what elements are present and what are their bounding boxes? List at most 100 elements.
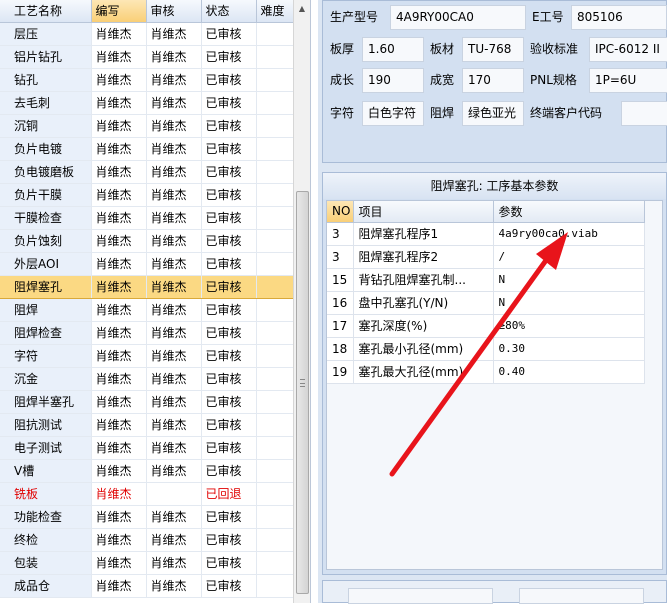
writer-cell[interactable]: 肖维杰 [91,137,147,161]
length-field[interactable]: 190 [362,68,424,93]
writer-cell[interactable]: 肖维杰 [91,551,147,575]
process-name-cell[interactable]: 负片干膜 [0,183,92,207]
reviewer-cell[interactable]: 肖维杰 [146,344,202,368]
process-row[interactable]: V槽 肖维杰 肖维杰 已审核 [0,459,294,483]
process-name-cell[interactable]: 负电镀磨板 [0,160,92,184]
status-cell[interactable]: 已审核 [201,413,257,437]
param-no-cell[interactable]: 3 [327,222,354,246]
status-cell[interactable]: 已回退 [201,482,257,506]
process-row[interactable]: 成品仓 肖维杰 肖维杰 已审核 [0,574,294,598]
process-row[interactable]: 阻焊 肖维杰 肖维杰 已审核 [0,298,294,322]
param-header-value[interactable]: 参数 [493,201,645,223]
status-cell[interactable]: 已审核 [201,505,257,529]
difficulty-cell[interactable] [256,22,294,46]
param-value-cell[interactable]: 0.40 [493,360,645,384]
process-row[interactable]: 包装 肖维杰 肖维杰 已审核 [0,551,294,575]
difficulty-cell[interactable] [256,114,294,138]
reviewer-cell[interactable]: 肖维杰 [146,367,202,391]
param-no-cell[interactable]: 17 [327,314,354,338]
param-row[interactable]: 3 阻焊塞孔程序2/ [327,245,645,269]
process-row[interactable]: 铝片钻孔 肖维杰 肖维杰 已审核 [0,45,294,69]
width-field[interactable]: 170 [462,68,524,93]
difficulty-cell[interactable] [256,274,294,299]
param-row[interactable]: 18 塞孔最小孔径(mm) 0.30 [327,337,645,361]
writer-cell[interactable]: 肖维杰 [91,528,147,552]
process-name-cell[interactable]: 阻焊 [0,298,92,322]
reviewer-cell[interactable]: 肖维杰 [146,413,202,437]
scroll-thumb[interactable] [296,191,309,594]
status-cell[interactable]: 已审核 [201,321,257,345]
reviewer-cell[interactable]: 肖维杰 [146,252,202,276]
param-row[interactable]: 3 阻焊塞孔程序1 4a9ry00ca0.viab [327,222,645,246]
difficulty-cell[interactable] [256,252,294,276]
param-row[interactable]: 15 背钻孔阻焊塞孔制... N [327,268,645,292]
writer-cell[interactable]: 肖维杰 [91,459,147,483]
process-row[interactable]: 阻抗测试 肖维杰 肖维杰 已审核 [0,413,294,437]
process-name-cell[interactable]: 终检 [0,528,92,552]
difficulty-cell[interactable] [256,459,294,483]
writer-cell[interactable]: 肖维杰 [91,229,147,253]
process-name-cell[interactable]: 阻焊塞孔 [0,274,92,299]
reviewer-cell[interactable]: 肖维杰 [146,160,202,184]
reviewer-cell[interactable]: 肖维杰 [146,137,202,161]
process-row[interactable]: 字符 肖维杰 肖维杰 已审核 [0,344,294,368]
process-row[interactable]: 钻孔 肖维杰 肖维杰 已审核 [0,68,294,92]
status-cell[interactable]: 已审核 [201,344,257,368]
difficulty-cell[interactable] [256,183,294,207]
process-row[interactable]: 阻焊检查 肖维杰 肖维杰 已审核 [0,321,294,345]
writer-cell[interactable]: 肖维杰 [91,344,147,368]
process-row[interactable]: 沉铜 肖维杰 肖维杰 已审核 [0,114,294,138]
status-cell[interactable]: 已审核 [201,574,257,598]
param-item-cell[interactable]: 塞孔最大孔径(mm) [353,360,494,384]
status-cell[interactable]: 已审核 [201,528,257,552]
difficulty-cell[interactable] [256,367,294,391]
param-no-cell[interactable]: 18 [327,337,354,361]
process-row[interactable]: 电子测试 肖维杰 肖维杰 已审核 [0,436,294,460]
process-name-cell[interactable]: 铣板 [0,482,92,506]
bottom-scroll-segment[interactable] [348,588,493,604]
writer-cell[interactable]: 肖维杰 [91,505,147,529]
reviewer-cell[interactable]: 肖维杰 [146,68,202,92]
writer-cell[interactable]: 肖维杰 [91,321,147,345]
writer-cell[interactable]: 肖维杰 [91,413,147,437]
reviewer-cell[interactable]: 肖维杰 [146,298,202,322]
process-name-cell[interactable]: 功能检查 [0,505,92,529]
param-value-cell[interactable]: / [493,245,645,269]
difficulty-cell[interactable] [256,344,294,368]
reviewer-cell[interactable]: 肖维杰 [146,45,202,69]
header-writer[interactable]: 编写 [91,0,147,23]
process-row[interactable]: 负片干膜 肖维杰 肖维杰 已审核 [0,183,294,207]
process-row[interactable]: 外层AOI 肖维杰 肖维杰 已审核 [0,252,294,276]
param-no-cell[interactable]: 15 [327,268,354,292]
difficulty-cell[interactable] [256,68,294,92]
process-name-cell[interactable]: 电子测试 [0,436,92,460]
difficulty-cell[interactable] [256,436,294,460]
writer-cell[interactable]: 肖维杰 [91,574,147,598]
process-name-cell[interactable]: 外层AOI [0,252,92,276]
status-cell[interactable]: 已审核 [201,367,257,391]
status-cell[interactable]: 已审核 [201,229,257,253]
process-row[interactable]: 终检 肖维杰 肖维杰 已审核 [0,528,294,552]
process-name-cell[interactable]: 负片电镀 [0,137,92,161]
difficulty-cell[interactable] [256,505,294,529]
difficulty-cell[interactable] [256,321,294,345]
reviewer-cell[interactable]: 肖维杰 [146,114,202,138]
process-row[interactable]: 层压 肖维杰 肖维杰 已审核 [0,22,294,46]
status-cell[interactable]: 已审核 [201,252,257,276]
difficulty-cell[interactable] [256,45,294,69]
status-cell[interactable]: 已审核 [201,206,257,230]
reviewer-cell[interactable]: 肖维杰 [146,436,202,460]
reviewer-cell[interactable]: 肖维杰 [146,528,202,552]
process-name-cell[interactable]: 成品仓 [0,574,92,598]
reviewer-cell[interactable]: 肖维杰 [146,551,202,575]
model-field[interactable]: 4A9RY00CA0 [390,5,526,30]
param-no-cell[interactable]: 16 [327,291,354,315]
status-cell[interactable]: 已审核 [201,551,257,575]
param-item-cell[interactable]: 阻焊塞孔程序2 [353,245,494,269]
difficulty-cell[interactable] [256,390,294,414]
bottom-scrollbar[interactable] [322,580,667,604]
reviewer-cell[interactable]: 肖维杰 [146,206,202,230]
param-item-cell[interactable]: 塞孔最小孔径(mm) [353,337,494,361]
process-name-cell[interactable]: 钻孔 [0,68,92,92]
difficulty-cell[interactable] [256,206,294,230]
